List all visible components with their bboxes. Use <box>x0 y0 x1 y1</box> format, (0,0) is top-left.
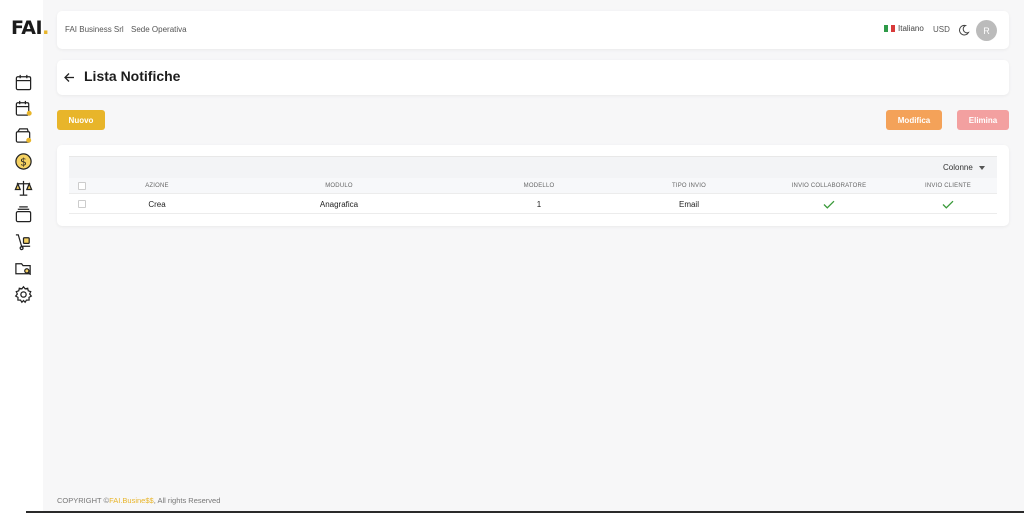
calendar-icon[interactable] <box>14 73 33 92</box>
back-arrow-icon[interactable] <box>63 71 76 84</box>
notifications-table-card: Colonne AZIONE MODULO MODELLO TIPO INVIO… <box>57 145 1009 226</box>
table-header: AZIONE MODULO MODELLO TIPO INVIO INVIO C… <box>69 178 997 194</box>
footer-copyright: COPYRIGHT ©FAI.Busine$$, All rights Rese… <box>57 496 221 505</box>
scale-icon[interactable] <box>14 179 33 198</box>
cell-modulo: Anagrafica <box>319 199 359 209</box>
avatar[interactable]: R <box>976 20 997 41</box>
column-header[interactable]: AZIONE <box>95 178 219 193</box>
cards-icon[interactable] <box>14 205 33 224</box>
new-button[interactable]: Nuovo <box>57 110 105 130</box>
folder-search-icon[interactable] <box>14 259 33 278</box>
column-header[interactable]: MODELLO <box>459 178 619 193</box>
check-icon <box>823 200 835 209</box>
company-name[interactable]: FAI Business Srl <box>65 25 124 34</box>
italy-flag-icon <box>884 25 896 32</box>
select-all-checkbox[interactable] <box>78 181 86 190</box>
cell-tipo-invio: Email <box>678 199 699 209</box>
language-selector[interactable]: Italiano <box>884 24 924 33</box>
footer-brand-link[interactable]: FAI.Busine$$ <box>109 496 154 505</box>
cell-azione: Crea <box>148 199 166 209</box>
cell-modello: 1 <box>536 199 542 209</box>
column-header[interactable]: INVIO COLLABORATORE <box>759 178 899 193</box>
columns-dropdown[interactable]: Colonne <box>943 163 985 172</box>
column-header[interactable]: TIPO INVIO <box>619 178 759 193</box>
row-checkbox[interactable] <box>78 200 86 208</box>
check-icon <box>942 200 954 209</box>
table-row[interactable]: Crea Anagrafica 1 Email <box>69 195 997 214</box>
dollar-coin-icon[interactable]: $ <box>14 152 33 171</box>
hand-truck-icon[interactable] <box>14 232 33 251</box>
columns-label: Colonne <box>943 163 973 172</box>
caret-down-icon <box>978 165 985 170</box>
column-header[interactable]: MODULO <box>219 178 459 193</box>
page-title: Lista Notifiche <box>84 68 181 84</box>
calendar-user-icon[interactable] <box>14 99 33 118</box>
svg-text:$: $ <box>20 156 27 168</box>
moon-icon[interactable] <box>958 24 970 36</box>
column-header[interactable]: INVIO CLIENTE <box>899 178 997 193</box>
sidebar: FAI. $ <box>0 0 49 513</box>
table-toolbar: Colonne <box>69 156 997 178</box>
branch-name[interactable]: Sede Operativa <box>131 25 187 34</box>
wallet-icon[interactable] <box>14 126 33 145</box>
currency-selector[interactable]: USD <box>933 25 950 34</box>
language-label: Italiano <box>898 24 924 33</box>
delete-button[interactable]: Elimina <box>957 110 1009 130</box>
page-header: Lista Notifiche <box>57 60 1009 95</box>
edit-button[interactable]: Modifica <box>886 110 942 130</box>
app-logo[interactable]: FAI. <box>11 17 49 39</box>
gear-icon[interactable] <box>14 285 33 304</box>
top-bar: FAI Business Srl Sede Operativa Italiano… <box>57 11 1009 49</box>
